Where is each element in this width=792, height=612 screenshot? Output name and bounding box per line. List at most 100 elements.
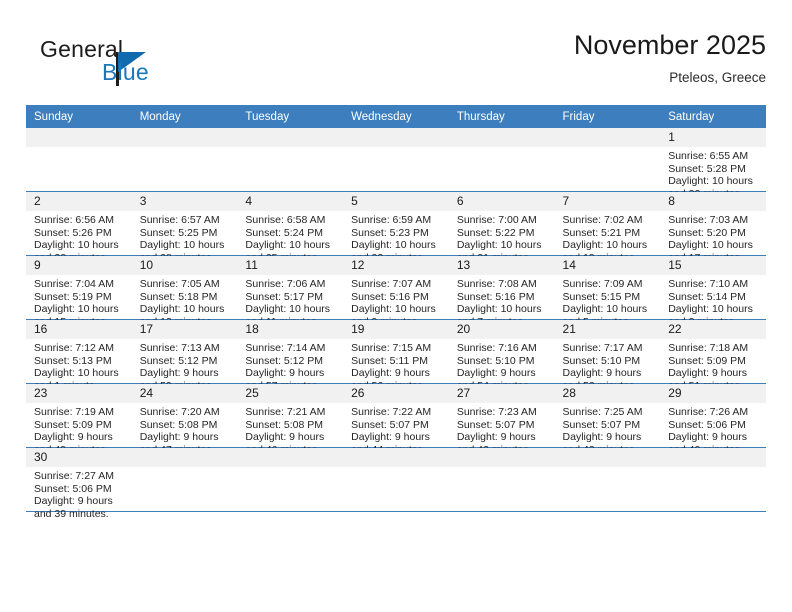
calendar-day-cell-empty — [660, 447, 766, 512]
day-number — [448, 448, 555, 467]
calendar-day-cell[interactable]: 19 Sunrise: 7:15 AM Sunset: 5:11 PM Dayli… — [343, 319, 449, 392]
calendar-day-cell[interactable]: 23 Sunrise: 7:19 AM Sunset: 5:09 PM Dayli… — [26, 383, 132, 456]
day-cell-inner — [448, 128, 555, 191]
day-cell-inner: 9 Sunrise: 7:04 AM Sunset: 5:19 PM Daylig… — [26, 256, 132, 328]
calendar-day-cell[interactable]: 2 Sunrise: 6:56 AM Sunset: 5:26 PM Daylig… — [26, 191, 132, 264]
calendar-day-cell[interactable]: 14 Sunrise: 7:09 AM Sunset: 5:15 PM Dayli… — [554, 255, 661, 328]
calendar-page: General Blue November 2025 Pteleos, Gree… — [0, 0, 792, 612]
day-cell-inner — [343, 448, 449, 511]
calendar-day-cell-empty — [237, 447, 344, 512]
calendar-day-cell[interactable]: 22 Sunrise: 7:18 AM Sunset: 5:09 PM Dayli… — [660, 319, 766, 392]
calendar-day-cell[interactable]: 29 Sunrise: 7:26 AM Sunset: 5:06 PM Dayli… — [660, 383, 766, 456]
day-number: 21 — [554, 320, 661, 339]
day-sun-details — [555, 147, 661, 150]
general-blue-logo[interactable]: General Blue — [40, 36, 240, 96]
day-cell-inner — [237, 448, 344, 511]
calendar-day-cell[interactable]: 10 Sunrise: 7:05 AM Sunset: 5:18 PM Dayli… — [131, 255, 238, 328]
calendar-week-row: 1 Sunrise: 6:55 AM Sunset: 5:28 PM Daylig… — [26, 128, 766, 200]
day-number: 11 — [237, 256, 344, 275]
day-number: 17 — [131, 320, 238, 339]
weekday-header-wednesday: Wednesday — [343, 105, 449, 128]
day-cell-inner — [131, 128, 238, 191]
calendar-day-cell[interactable]: 27 Sunrise: 7:23 AM Sunset: 5:07 PM Dayli… — [448, 383, 555, 456]
day-cell-inner: 27 Sunrise: 7:23 AM Sunset: 5:07 PM Dayli… — [448, 384, 555, 456]
weekday-header-thursday: Thursday — [448, 105, 555, 128]
day-sun-details — [343, 467, 449, 470]
calendar-day-cell-empty — [131, 128, 238, 192]
day-cell-inner: 1 Sunrise: 6:55 AM Sunset: 5:28 PM Daylig… — [660, 128, 766, 200]
day-number: 13 — [448, 256, 555, 275]
calendar-day-cell[interactable]: 8 Sunrise: 7:03 AM Sunset: 5:20 PM Daylig… — [660, 191, 766, 264]
day-sun-details — [132, 147, 238, 150]
calendar-day-cell[interactable]: 21 Sunrise: 7:17 AM Sunset: 5:10 PM Dayli… — [554, 319, 661, 392]
day-number — [660, 448, 766, 467]
calendar-day-cell[interactable]: 28 Sunrise: 7:25 AM Sunset: 5:07 PM Dayli… — [554, 383, 661, 456]
day-sun-details — [237, 147, 343, 150]
weekday-header-tuesday: Tuesday — [237, 105, 344, 128]
calendar-day-cell[interactable]: 25 Sunrise: 7:21 AM Sunset: 5:08 PM Dayli… — [237, 383, 344, 456]
day-number — [131, 128, 238, 147]
day-sun-details — [660, 467, 766, 470]
page-header: General Blue November 2025 Pteleos, Gree… — [26, 28, 766, 98]
day-cell-inner — [131, 448, 238, 511]
calendar-day-cell[interactable]: 6 Sunrise: 7:00 AM Sunset: 5:22 PM Daylig… — [448, 191, 555, 264]
calendar-day-cell[interactable]: 9 Sunrise: 7:04 AM Sunset: 5:19 PM Daylig… — [26, 255, 132, 328]
day-cell-inner: 23 Sunrise: 7:19 AM Sunset: 5:09 PM Dayli… — [26, 384, 132, 456]
calendar-day-cell[interactable]: 1 Sunrise: 6:55 AM Sunset: 5:28 PM Daylig… — [660, 128, 766, 200]
calendar-day-cell[interactable]: 13 Sunrise: 7:08 AM Sunset: 5:16 PM Dayli… — [448, 255, 555, 328]
day-number — [448, 128, 555, 147]
calendar-day-cell[interactable]: 12 Sunrise: 7:07 AM Sunset: 5:16 PM Dayli… — [343, 255, 449, 328]
day-number: 8 — [660, 192, 766, 211]
day-number: 24 — [131, 384, 238, 403]
location-subtitle: Pteleos, Greece — [669, 70, 766, 85]
weekday-header-sunday: Sunday — [26, 105, 132, 128]
day-number — [554, 448, 661, 467]
day-cell-inner: 5 Sunrise: 6:59 AM Sunset: 5:23 PM Daylig… — [343, 192, 449, 264]
day-number: 20 — [448, 320, 555, 339]
calendar-day-cell[interactable]: 5 Sunrise: 6:59 AM Sunset: 5:23 PM Daylig… — [343, 191, 449, 264]
calendar-day-cell[interactable]: 30 Sunrise: 7:27 AM Sunset: 5:06 PM Dayli… — [26, 447, 132, 520]
day-cell-inner: 22 Sunrise: 7:18 AM Sunset: 5:09 PM Dayli… — [660, 320, 766, 392]
day-cell-inner: 25 Sunrise: 7:21 AM Sunset: 5:08 PM Dayli… — [237, 384, 344, 456]
calendar-day-cell-empty — [343, 447, 449, 512]
calendar-week-row: 9 Sunrise: 7:04 AM Sunset: 5:19 PM Daylig… — [26, 255, 766, 328]
day-number — [131, 448, 238, 467]
calendar-day-cell[interactable]: 11 Sunrise: 7:06 AM Sunset: 5:17 PM Dayli… — [237, 255, 344, 328]
day-cell-inner: 21 Sunrise: 7:17 AM Sunset: 5:10 PM Dayli… — [554, 320, 661, 392]
calendar-day-cell[interactable]: 7 Sunrise: 7:02 AM Sunset: 5:21 PM Daylig… — [554, 191, 661, 264]
day-sun-details — [449, 467, 555, 470]
day-number — [554, 128, 661, 147]
calendar-day-cell-empty — [554, 128, 661, 192]
day-number — [343, 448, 449, 467]
day-cell-inner: 6 Sunrise: 7:00 AM Sunset: 5:22 PM Daylig… — [448, 192, 555, 264]
day-cell-inner — [237, 128, 344, 191]
title-block: November 2025 Pteleos, Greece — [574, 28, 766, 88]
day-cell-inner: 20 Sunrise: 7:16 AM Sunset: 5:10 PM Dayli… — [448, 320, 555, 392]
day-number: 9 — [26, 256, 132, 275]
day-sun-details — [132, 467, 238, 470]
weekday-header-saturday: Saturday — [660, 105, 766, 128]
day-number: 2 — [26, 192, 132, 211]
day-cell-inner: 8 Sunrise: 7:03 AM Sunset: 5:20 PM Daylig… — [660, 192, 766, 264]
calendar-day-cell[interactable]: 26 Sunrise: 7:22 AM Sunset: 5:07 PM Dayli… — [343, 383, 449, 456]
calendar-day-cell-empty — [237, 128, 344, 192]
calendar-day-cell[interactable]: 18 Sunrise: 7:14 AM Sunset: 5:12 PM Dayli… — [237, 319, 344, 392]
calendar-day-cell[interactable]: 16 Sunrise: 7:12 AM Sunset: 5:13 PM Dayli… — [26, 319, 132, 392]
calendar-day-cell-empty — [131, 447, 238, 512]
calendar-week-row: 23 Sunrise: 7:19 AM Sunset: 5:09 PM Dayli… — [26, 383, 766, 456]
calendar-day-cell[interactable]: 15 Sunrise: 7:10 AM Sunset: 5:14 PM Dayli… — [660, 255, 766, 328]
weekday-header-friday: Friday — [554, 105, 661, 128]
calendar-day-cell[interactable]: 20 Sunrise: 7:16 AM Sunset: 5:10 PM Dayli… — [448, 319, 555, 392]
calendar-day-cell[interactable]: 24 Sunrise: 7:20 AM Sunset: 5:08 PM Dayli… — [131, 383, 238, 456]
calendar-day-cell[interactable]: 17 Sunrise: 7:13 AM Sunset: 5:12 PM Dayli… — [131, 319, 238, 392]
calendar-day-cell[interactable]: 3 Sunrise: 6:57 AM Sunset: 5:25 PM Daylig… — [131, 191, 238, 264]
calendar-day-cell[interactable]: 4 Sunrise: 6:58 AM Sunset: 5:24 PM Daylig… — [237, 191, 344, 264]
weekday-header-monday: Monday — [131, 105, 238, 128]
day-number: 6 — [448, 192, 555, 211]
day-cell-inner: 7 Sunrise: 7:02 AM Sunset: 5:21 PM Daylig… — [554, 192, 661, 264]
day-number — [343, 128, 449, 147]
day-cell-inner — [448, 448, 555, 511]
day-number: 1 — [660, 128, 766, 147]
day-sun-details — [237, 467, 343, 470]
calendar-day-cell-empty — [26, 128, 132, 192]
